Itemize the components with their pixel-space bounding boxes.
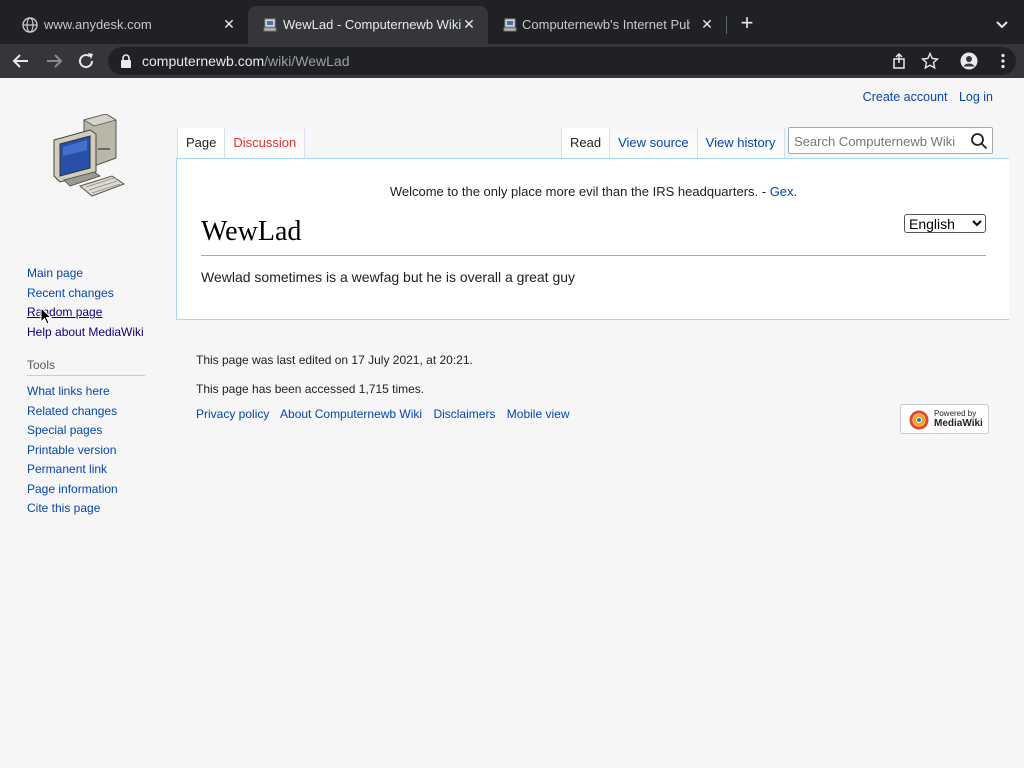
sidebar-item-recent-changes[interactable]: Recent changes (27, 284, 157, 304)
search-icon[interactable] (970, 132, 988, 150)
site-logo-computer[interactable] (50, 114, 126, 200)
page-title: WewLad (201, 211, 986, 256)
bookmark-star-icon[interactable] (921, 52, 939, 70)
wiki-page: Create account Log in Main page Recent c… (0, 78, 1024, 768)
share-icon[interactable] (890, 52, 908, 70)
footer-link-privacy[interactable]: Privacy policy (196, 407, 269, 421)
log-in-link[interactable]: Log in (959, 90, 993, 104)
browser-tab-title: Computernewb's Internet Pub (522, 17, 690, 32)
mediawiki-flower-icon (909, 410, 929, 430)
powered-by-mediawiki-badge[interactable]: Powered by MediaWiki (900, 404, 989, 434)
article-body: Wewlad sometimes is a wewfag but he is o… (201, 269, 576, 285)
computer-favicon-icon (503, 18, 517, 32)
reload-icon[interactable] (75, 50, 97, 72)
sidebar-item-help[interactable]: Help about MediaWiki (27, 323, 157, 343)
browser-tab-wewlad[interactable]: WewLad - Computernewb Wiki ✕ (248, 6, 488, 44)
browser-tab-bar: www.anydesk.com ✕ WewLad - Computernewb … (0, 0, 1024, 44)
browser-tab-internet-pub[interactable]: Computernewb's Internet Pub ✕ (488, 6, 726, 44)
kebab-menu-icon[interactable] (994, 52, 1012, 70)
footer-places: Privacy policy About Computernewb Wiki D… (196, 407, 578, 421)
namespace-tabs: Page Discussion (177, 128, 306, 159)
powered-by-text: Powered by MediaWiki (934, 409, 983, 429)
close-icon[interactable]: ✕ (220, 15, 238, 33)
tab-discussion[interactable]: Discussion (225, 128, 306, 159)
sidebar-item-special-pages[interactable]: Special pages (27, 421, 157, 441)
sidebar-item-permanent-link[interactable]: Permanent link (27, 460, 157, 480)
sidebar-item-related-changes[interactable]: Related changes (27, 402, 157, 422)
personal-tools: Create account Log in (855, 90, 993, 104)
address-bar[interactable]: computernewb.com/wiki/WewLad (108, 47, 1016, 75)
forward-arrow-icon[interactable] (43, 50, 65, 72)
site-notice: Welcome to the only place more evil than… (177, 184, 1010, 199)
sidebar-item-page-information[interactable]: Page information (27, 480, 157, 500)
search-input[interactable] (794, 132, 964, 150)
close-icon[interactable]: ✕ (460, 15, 478, 33)
footer-info: This page was last edited on 17 July 202… (196, 346, 473, 404)
tab-page[interactable]: Page (177, 128, 226, 159)
browser-tab-title: www.anydesk.com (44, 17, 152, 32)
footer-link-about[interactable]: About Computernewb Wiki (280, 407, 422, 421)
content-area: Welcome to the only place more evil than… (176, 158, 1009, 320)
site-notice-text: Welcome to the only place more evil than… (389, 184, 770, 199)
browser-toolbar: computernewb.com/wiki/WewLad (0, 44, 1024, 78)
computer-favicon-icon (263, 18, 277, 32)
globe-icon (22, 17, 38, 33)
view-tabs: Read View source View history (561, 128, 785, 159)
sidebar-heading-tools: Tools (27, 358, 145, 376)
footer-link-mobile-view[interactable]: Mobile view (507, 407, 570, 421)
lock-icon[interactable] (120, 54, 132, 68)
browser-tab-title: WewLad - Computernewb Wiki (283, 17, 462, 32)
sidebar-item-what-links-here[interactable]: What links here (27, 382, 157, 402)
back-arrow-icon[interactable] (10, 50, 32, 72)
site-notice-end: . (793, 184, 798, 199)
sidebar-item-main-page[interactable]: Main page (27, 264, 157, 284)
sidebar: Main page Recent changes Random page Hel… (27, 264, 157, 519)
language-select[interactable]: English (904, 214, 986, 233)
mouse-cursor-icon (40, 307, 52, 325)
powered-by-line1: Powered by (934, 409, 977, 418)
tab-separator (726, 16, 727, 34)
site-notice-link[interactable]: Gex (770, 184, 794, 199)
footer-view-count: This page has been accessed 1,715 times. (196, 382, 425, 396)
chevron-down-icon[interactable] (992, 14, 1012, 34)
tab-read[interactable]: Read (561, 128, 611, 159)
sidebar-item-cite-this-page[interactable]: Cite this page (27, 499, 157, 519)
search-box (788, 127, 993, 154)
close-icon[interactable]: ✕ (698, 15, 716, 33)
browser-tab-anydesk[interactable]: www.anydesk.com ✕ (8, 6, 248, 44)
powered-by-line2: MediaWiki (934, 418, 983, 429)
url-path: /wiki/WewLad (264, 53, 350, 69)
profile-avatar-icon[interactable] (960, 52, 978, 70)
create-account-link[interactable]: Create account (863, 90, 948, 104)
sidebar-item-printable-version[interactable]: Printable version (27, 441, 157, 461)
tab-view-source[interactable]: View source (610, 128, 698, 159)
new-tab-button[interactable]: + (736, 12, 758, 35)
url-host: computernewb.com (142, 53, 265, 69)
tab-view-history[interactable]: View history (697, 128, 785, 159)
footer-link-disclaimers[interactable]: Disclaimers (433, 407, 495, 421)
footer-last-edited: This page was last edited on 17 July 202… (196, 353, 473, 367)
url-text: computernewb.com/wiki/WewLad (142, 53, 350, 69)
